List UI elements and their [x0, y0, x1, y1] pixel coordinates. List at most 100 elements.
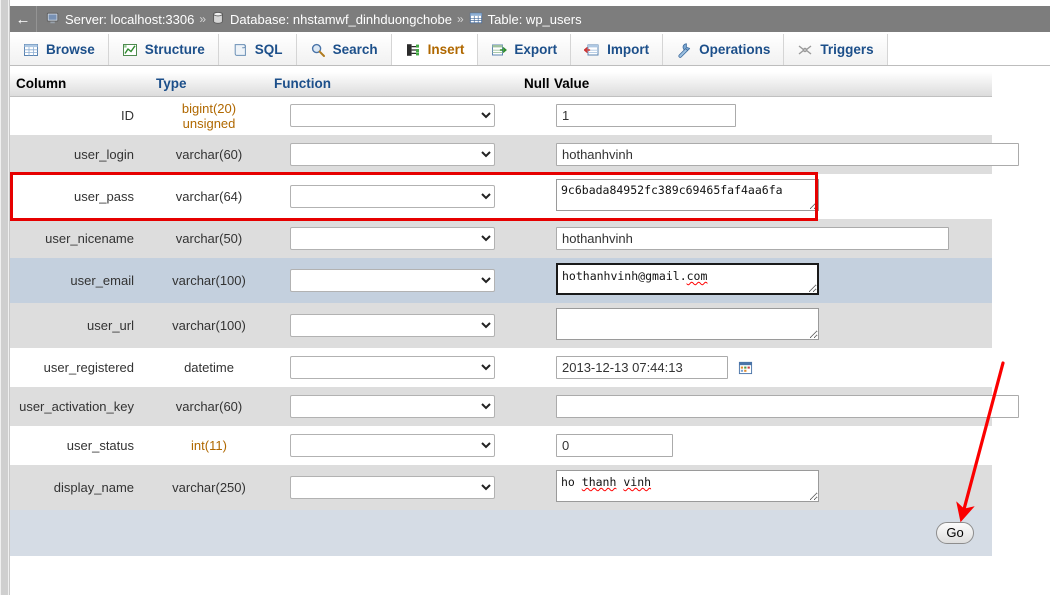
breadcrumb: ← Server: localhost:3306 » Database: nhsta… [10, 6, 1050, 32]
cell-null [518, 387, 548, 426]
tab-insert[interactable]: Insert [391, 34, 479, 65]
function-select-user_url[interactable] [290, 314, 495, 337]
cell-value [548, 348, 992, 387]
tab-label: Structure [144, 42, 205, 57]
tab-search[interactable]: Search [296, 34, 392, 65]
table-header-row: Column Type Function Null Value [10, 72, 992, 97]
cell-value [548, 96, 992, 135]
tab-label: Insert [427, 42, 465, 57]
value-input-user_activation_key[interactable] [556, 395, 1019, 418]
cell-value [548, 135, 1019, 174]
database-icon [211, 11, 225, 28]
sql-icon [232, 42, 248, 58]
calendar-icon[interactable] [738, 361, 753, 378]
table-row: user_url varchar(100) [10, 303, 992, 348]
operations-icon [676, 42, 692, 58]
function-select-user_pass[interactable] [290, 185, 495, 208]
search-icon [310, 42, 326, 58]
cell-null [518, 174, 548, 219]
cell-function [268, 465, 518, 510]
structure-icon [122, 42, 138, 58]
breadcrumb-item-1[interactable]: Server: localhost:3306 [46, 11, 194, 28]
table-row: user_email varchar(100) hothanhvinh@gmail.… [10, 258, 992, 303]
tab-structure[interactable]: Structure [108, 34, 219, 65]
table-row: ID bigint(20) unsigned [10, 96, 992, 135]
cell-function [268, 135, 518, 174]
form-footer-cell: Go [10, 510, 992, 556]
function-select-ID[interactable] [290, 104, 495, 128]
tab-label: Triggers [820, 42, 874, 57]
cell-function [268, 303, 518, 348]
tab-operations[interactable]: Operations [663, 34, 785, 65]
tab-bar: Browse Structure SQL Search Insert Export Impo… [10, 34, 1050, 66]
cell-null [518, 426, 548, 465]
table-icon [469, 11, 483, 28]
page-scrollbar[interactable] [0, 0, 10, 595]
header-function: Function [268, 72, 518, 97]
cell-value [548, 426, 992, 465]
tab-import[interactable]: Import [571, 34, 664, 65]
tab-triggers[interactable]: Triggers [784, 34, 888, 65]
page-scrollbar-thumb[interactable] [1, 0, 8, 595]
value-input-user_registered[interactable] [556, 356, 728, 379]
breadcrumb-item-2[interactable]: Database: nhstamwf_dinhduongchobe [211, 11, 452, 28]
cell-function [268, 219, 518, 258]
tab-label: Operations [699, 42, 771, 57]
breadcrumb-items: Server: localhost:3306 » Database: nhstamw… [37, 11, 582, 28]
triggers-icon [797, 42, 813, 58]
cell-value [548, 174, 992, 219]
cell-column-type: datetime [150, 348, 268, 387]
cell-column-type: varchar(50) [150, 219, 268, 258]
cell-column-type: varchar(60) [150, 135, 268, 174]
value-textarea-user_pass[interactable] [556, 179, 819, 211]
tab-label: Browse [46, 42, 95, 57]
header-type: Type [150, 72, 268, 97]
value-textarea-user_url[interactable] [556, 308, 819, 340]
value-input-user_login[interactable] [556, 143, 1019, 166]
table-row: user_login varchar(60) [10, 135, 1019, 174]
cell-column-type: varchar(60) [150, 387, 268, 426]
cell-column-name: user_nicename [10, 219, 150, 258]
value-input-ID[interactable] [556, 104, 736, 128]
value-textarea-user_email[interactable] [556, 263, 819, 295]
function-select-user_nicename[interactable] [290, 227, 495, 250]
cell-column-name: user_email [10, 258, 150, 303]
tab-label: Search [332, 42, 378, 57]
breadcrumb-item-label: Database: nhstamwf_dinhduongchobe [230, 11, 452, 27]
function-select-user_status[interactable] [290, 434, 495, 457]
value-input-user_status[interactable] [556, 434, 673, 457]
value-textarea-wrapper-user_url [556, 308, 819, 343]
function-select-user_login[interactable] [290, 143, 495, 166]
header-value: Value [548, 72, 992, 97]
cell-value: ho thanh vinh [548, 465, 992, 510]
cell-column-type: varchar(100) [150, 258, 268, 303]
cell-column-type: varchar(100) [150, 303, 268, 348]
cell-column-name: user_url [10, 303, 150, 348]
tab-sql[interactable]: SQL [218, 34, 297, 65]
cell-column-name: user_pass [10, 174, 150, 219]
cell-column-name: user_activation_key [10, 387, 150, 426]
tab-label: Export [514, 42, 558, 57]
cell-value [548, 303, 992, 348]
cell-column-type: int(11) [150, 426, 268, 465]
go-button[interactable]: Go [936, 522, 974, 544]
function-select-user_email[interactable] [290, 269, 495, 292]
browse-icon [23, 42, 39, 58]
tab-export[interactable]: Export [478, 34, 572, 65]
table-row: user_activation_key varchar(60) [10, 387, 1019, 426]
cell-column-name: ID [10, 96, 150, 135]
value-input-user_nicename[interactable] [556, 227, 949, 250]
function-select-user_activation_key[interactable] [290, 395, 495, 418]
tab-browse[interactable]: Browse [10, 34, 109, 65]
value-textarea-display_name[interactable] [556, 470, 819, 502]
back-arrow-icon: ← [15, 10, 31, 28]
cell-column-type: bigint(20) unsigned [150, 96, 268, 135]
function-select-display_name[interactable] [290, 476, 495, 499]
function-select-user_registered[interactable] [290, 356, 495, 379]
cell-null [518, 96, 548, 135]
back-button[interactable]: ← [10, 6, 37, 32]
cell-column-name: user_registered [10, 348, 150, 387]
breadcrumb-item-3[interactable]: Table: wp_users [469, 11, 582, 28]
cell-function [268, 174, 518, 219]
form-footer-row: Go [10, 510, 992, 556]
